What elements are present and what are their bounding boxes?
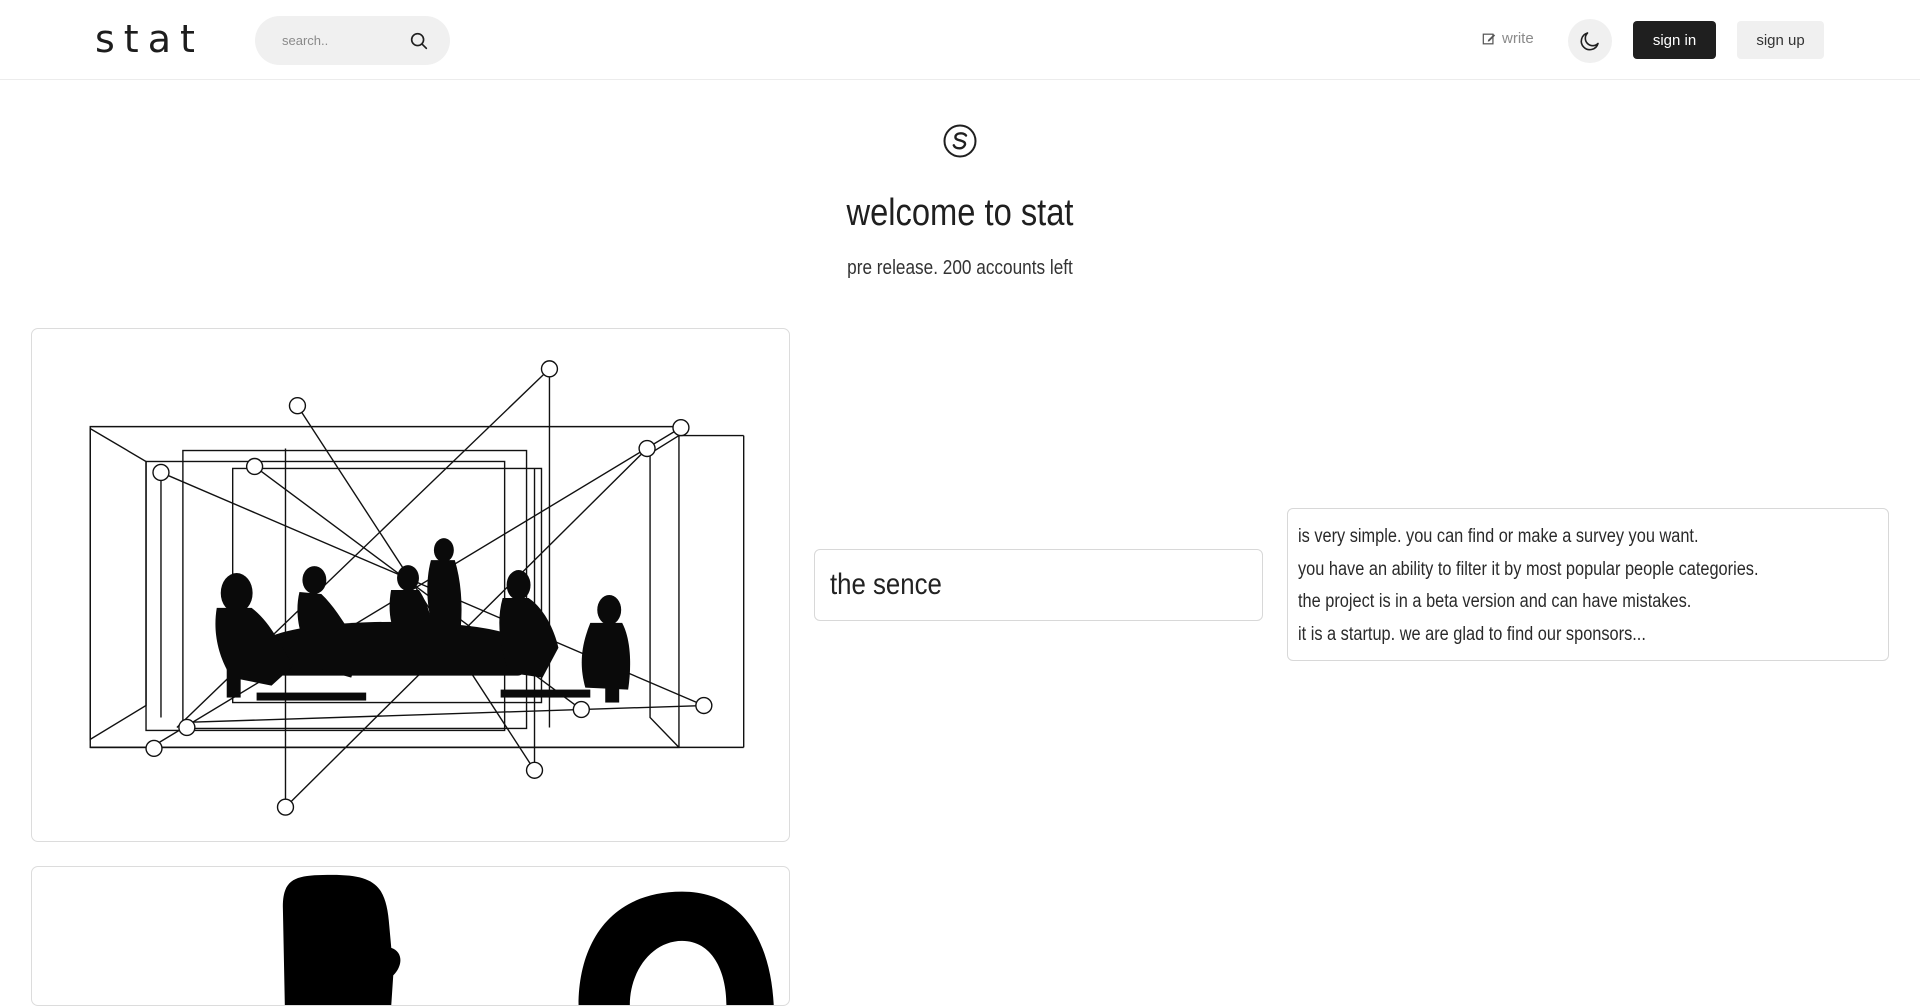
sign-up-button[interactable]: sign up [1737,21,1824,59]
meeting-illustration-card[interactable] [31,328,790,842]
hero-subtitle: pre release. 200 accounts left [847,257,1073,279]
description-line: is very simple. you can find or make a s… [1298,526,1699,547]
sence-card: the sence [814,549,1263,621]
sign-in-button[interactable]: sign in [1633,21,1716,59]
meeting-network-illustration [89,360,745,816]
site-logo[interactable]: stat [95,14,204,64]
search-bar[interactable] [255,16,450,65]
moon-icon [1580,32,1599,51]
edit-icon [1482,33,1496,44]
hero-title: welcome to stat [846,192,1074,234]
search-icon[interactable] [408,30,430,52]
theme-toggle-button[interactable] [1568,19,1612,63]
search-input[interactable] [280,32,408,49]
silhouette-illustration-card[interactable] [31,866,790,1006]
sence-title: the sence [830,568,942,601]
description-card: is very simple. you can find or make a s… [1287,508,1889,661]
write-label: write [1502,30,1534,47]
description-line: you have an ability to filter it by most… [1298,558,1759,580]
write-link[interactable]: write [1482,30,1534,47]
stat-s-logo-icon [943,124,977,158]
description-line: the project is in a beta version and can… [1298,591,1692,612]
top-navbar: stat write sign in sign up [0,0,1920,80]
silhouette-illustration [282,874,774,1005]
description-line: it is a startup. we are glad to find our… [1298,623,1646,645]
